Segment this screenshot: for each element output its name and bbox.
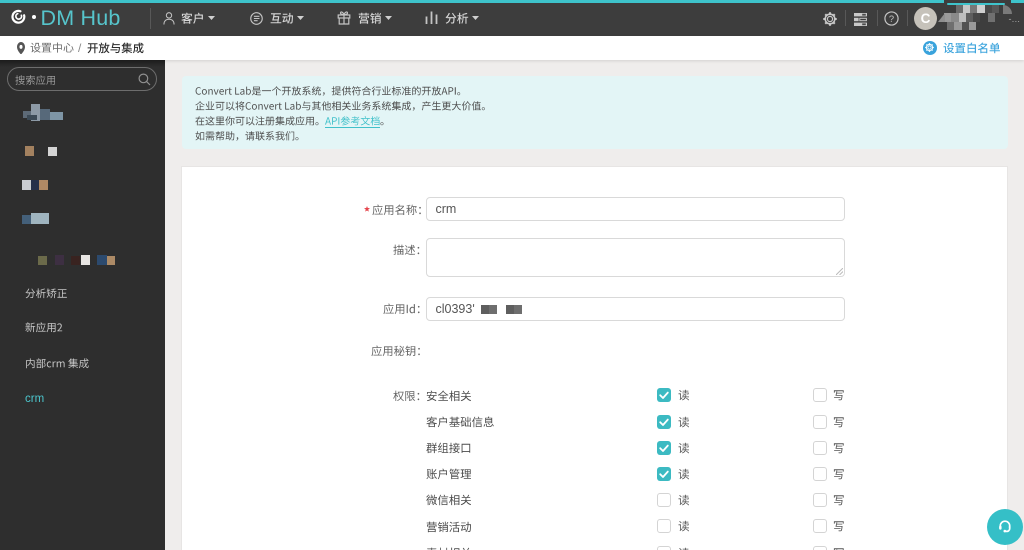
svg-text:?: ?	[889, 14, 894, 24]
